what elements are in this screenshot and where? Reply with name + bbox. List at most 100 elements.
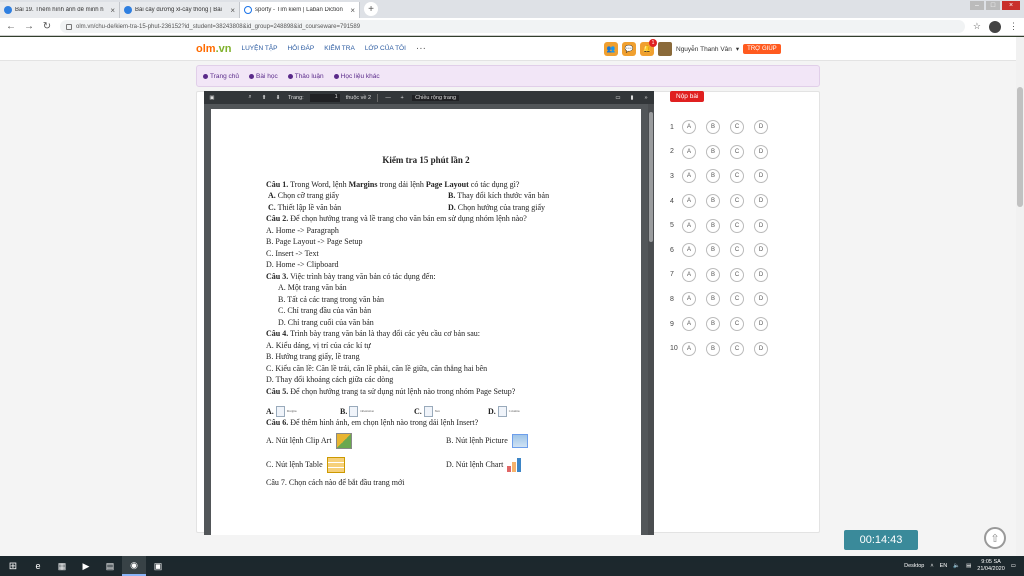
answer-option-button[interactable]: D bbox=[754, 169, 768, 184]
page-scroll-thumb[interactable] bbox=[1017, 87, 1023, 207]
answer-option-button[interactable]: B bbox=[706, 194, 720, 209]
answer-option-button[interactable]: C bbox=[730, 267, 744, 282]
minimize-icon[interactable]: – bbox=[970, 1, 984, 10]
bookmark-star-icon[interactable]: ☆ bbox=[973, 21, 981, 32]
ie-icon[interactable]: e bbox=[26, 556, 50, 576]
avatar[interactable] bbox=[658, 42, 672, 56]
zoom-out-button[interactable]: — bbox=[384, 95, 392, 101]
close-tab-icon[interactable]: × bbox=[350, 6, 355, 15]
browser-tab-1[interactable]: Bài 19. Thêm hình ảnh để minh h × bbox=[0, 2, 120, 18]
unikey-icon[interactable]: ▦ bbox=[50, 556, 74, 576]
clock[interactable]: 9:05 SA 21/04/2020 bbox=[977, 559, 1005, 573]
nav-qa[interactable]: HỎI ĐÁP bbox=[287, 45, 314, 52]
answer-option-button[interactable]: B bbox=[706, 317, 720, 332]
sidebar-toggle-icon[interactable]: ▣ bbox=[208, 95, 216, 101]
answer-option-button[interactable]: C bbox=[730, 169, 744, 184]
answer-option-button[interactable]: A bbox=[682, 243, 696, 258]
answer-option-button[interactable]: D bbox=[754, 317, 768, 332]
pdf-scrollbar[interactable] bbox=[648, 104, 654, 535]
bookmark-icon[interactable]: ▮ bbox=[628, 95, 636, 101]
answer-option-button[interactable]: B bbox=[706, 267, 720, 282]
answer-option-button[interactable]: B bbox=[706, 144, 720, 159]
answer-option-button[interactable]: C bbox=[730, 292, 744, 307]
submit-button[interactable]: Nộp bài bbox=[670, 91, 705, 102]
answer-option-button[interactable]: D bbox=[754, 292, 768, 307]
answer-option-button[interactable]: B bbox=[706, 218, 720, 233]
answer-option-button[interactable]: A bbox=[682, 292, 696, 307]
browser-tab-2[interactable]: Bài cây dương xỉ-cây thông | Bài × bbox=[120, 2, 240, 18]
answer-option-button[interactable]: C bbox=[730, 341, 744, 356]
answer-option-button[interactable]: A bbox=[682, 267, 696, 282]
answer-option-button[interactable]: D bbox=[754, 341, 768, 356]
chevron-down-icon[interactable]: ▾ bbox=[736, 45, 739, 53]
close-window-icon[interactable]: × bbox=[1002, 1, 1020, 10]
answer-option-button[interactable]: D bbox=[754, 144, 768, 159]
answer-option-button[interactable]: B bbox=[706, 341, 720, 356]
subnav-discussion[interactable]: Thảo luận bbox=[287, 73, 324, 80]
people-icon[interactable]: 👥 bbox=[604, 42, 618, 56]
subnav-home[interactable]: Trang chủ bbox=[203, 73, 239, 80]
notifications-icon[interactable]: ▭ bbox=[1011, 563, 1016, 569]
network-icon[interactable]: ▤ bbox=[966, 563, 971, 569]
bell-icon[interactable]: 🔔 1 bbox=[640, 39, 657, 56]
reload-icon[interactable]: ↻ bbox=[42, 21, 52, 32]
windows-start-icon[interactable]: ⊞ bbox=[0, 556, 26, 576]
zoom-select[interactable]: Chiều rộng trang bbox=[412, 94, 460, 101]
scroll-top-button[interactable]: ⇧ bbox=[984, 527, 1006, 549]
browser-tab-3[interactable]: sporty - Tìm kiếm | Laban Diction × bbox=[240, 2, 360, 18]
chrome-icon[interactable]: ◉ bbox=[122, 556, 146, 576]
answer-option-button[interactable]: A bbox=[682, 120, 696, 135]
answer-option-button[interactable]: D bbox=[754, 218, 768, 233]
nav-test[interactable]: KIỂM TRA bbox=[324, 45, 355, 52]
volume-icon[interactable]: 🔈 bbox=[953, 563, 960, 569]
answer-option-button[interactable]: C bbox=[730, 243, 744, 258]
answer-option-button[interactable]: B bbox=[706, 169, 720, 184]
url-field[interactable]: olm.vn/chu-de/kiem-tra-15-phut-236152?id… bbox=[60, 20, 965, 33]
username-menu[interactable]: Nguyễn Thanh Vân bbox=[676, 46, 732, 53]
forward-arrow-icon[interactable]: → bbox=[24, 21, 34, 32]
subnav-resources[interactable]: Học liệu khác bbox=[333, 73, 380, 80]
zoom-icon[interactable]: ▣ bbox=[146, 556, 170, 576]
close-tab-icon[interactable]: × bbox=[230, 6, 235, 15]
prev-page-icon[interactable]: ⬆ bbox=[260, 95, 268, 101]
next-page-icon[interactable]: ⬇ bbox=[274, 95, 282, 101]
pdf-scroll-thumb[interactable] bbox=[649, 112, 653, 242]
nav-practice[interactable]: LUYỆN TẬP bbox=[241, 45, 277, 52]
presentation-icon[interactable]: ▭ bbox=[614, 95, 622, 101]
answer-option-button[interactable]: D bbox=[754, 243, 768, 258]
answer-option-button[interactable]: B bbox=[706, 120, 720, 135]
answer-option-button[interactable]: C bbox=[730, 218, 744, 233]
answer-option-button[interactable]: A bbox=[682, 194, 696, 209]
media-player-icon[interactable]: ▶ bbox=[74, 556, 98, 576]
chat-icon[interactable]: 💬 bbox=[622, 42, 636, 56]
zoom-in-button[interactable]: + bbox=[398, 95, 406, 101]
subnav-lessons[interactable]: Bài học bbox=[249, 73, 278, 80]
language-indicator[interactable]: EN bbox=[940, 563, 948, 569]
answer-option-button[interactable]: C bbox=[730, 317, 744, 332]
answer-option-button[interactable]: A bbox=[682, 169, 696, 184]
file-explorer-icon[interactable]: ▤ bbox=[98, 556, 122, 576]
answer-option-button[interactable]: A bbox=[682, 317, 696, 332]
search-icon[interactable]: ⌕ bbox=[246, 94, 254, 101]
close-tab-icon[interactable]: × bbox=[110, 6, 115, 15]
answer-option-button[interactable]: C bbox=[730, 144, 744, 159]
answer-option-button[interactable]: A bbox=[682, 144, 696, 159]
answer-option-button[interactable]: B bbox=[706, 292, 720, 307]
desktop-label[interactable]: Desktop bbox=[904, 563, 924, 569]
answer-option-button[interactable]: B bbox=[706, 243, 720, 258]
profile-avatar[interactable] bbox=[989, 20, 1001, 33]
pdf-canvas[interactable]: Kiểm tra 15 phút lần 2 Câu 1. Trong Word… bbox=[204, 104, 654, 535]
answer-option-button[interactable]: C bbox=[730, 194, 744, 209]
answer-option-button[interactable]: A bbox=[682, 218, 696, 233]
answer-option-button[interactable]: D bbox=[754, 267, 768, 282]
nav-more[interactable]: ··· bbox=[416, 43, 426, 54]
page-scrollbar[interactable] bbox=[1016, 37, 1024, 556]
page-number-input[interactable]: 1 bbox=[309, 93, 340, 102]
browser-menu-icon[interactable]: ⋮ bbox=[1009, 21, 1018, 32]
chevron-up-icon[interactable]: ˄ bbox=[930, 563, 933, 569]
answer-option-button[interactable]: D bbox=[754, 194, 768, 209]
nav-my-class[interactable]: LỚP CỦA TÔI bbox=[365, 45, 406, 52]
back-arrow-icon[interactable]: ← bbox=[6, 21, 16, 32]
answer-option-button[interactable]: D bbox=[754, 120, 768, 135]
maximize-icon[interactable]: □ bbox=[986, 1, 1000, 10]
